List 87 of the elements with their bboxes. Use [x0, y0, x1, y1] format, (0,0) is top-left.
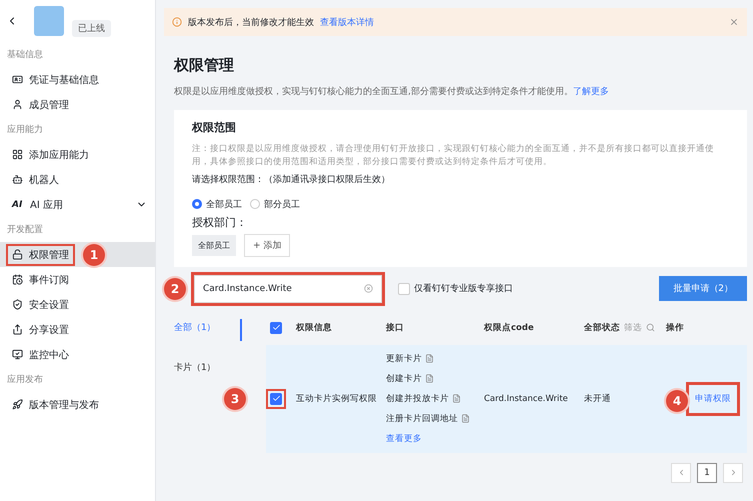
- item-label: 凭证与基础信息: [29, 74, 99, 86]
- check-icon: [272, 323, 280, 332]
- shield-icon: [12, 299, 23, 310]
- radio-option[interactable]: 全部员工: [192, 198, 242, 210]
- card-title: 权限范围: [192, 120, 237, 135]
- sidebar-item[interactable]: 添加应用能力: [0, 142, 155, 167]
- item-label: 成员管理: [29, 98, 69, 112]
- monitor-icon: [12, 349, 23, 360]
- sidebar-item[interactable]: 版本管理与发布: [0, 392, 155, 417]
- info-icon: [172, 17, 182, 27]
- row-checkbox[interactable]: [270, 392, 282, 404]
- status-text: 未开通: [584, 392, 612, 404]
- more-link[interactable]: 查看更多: [386, 432, 484, 444]
- page-description: 权限是以应用维度做授权，实现与钉钉核心能力的全面互通,部分需要付费或达到特定条件才能使用。了解更多: [174, 86, 610, 98]
- column-header: 全部状态: [584, 322, 620, 334]
- category-tab[interactable]: 全部（1）: [164, 318, 242, 340]
- api-name: 更新卡片: [386, 352, 422, 364]
- item-label: 机器人: [29, 174, 59, 186]
- column-header: 权限信息: [296, 322, 333, 334]
- batch-apply-button[interactable]: 批量申请（2）: [659, 276, 747, 301]
- item-label: AI 应用: [30, 198, 63, 212]
- close-icon[interactable]: [729, 17, 739, 27]
- add-button[interactable]: + 添加: [244, 234, 290, 256]
- scope-prompt: 请选择权限范围：（添加通讯录接口权限后生效）: [192, 174, 391, 186]
- lock-icon: [12, 249, 23, 260]
- permission-code: Card.Instance.Write: [484, 394, 569, 404]
- column-header: 操作: [666, 322, 685, 334]
- radio-option[interactable]: 部分员工: [250, 198, 300, 210]
- page-title: 权限管理: [174, 56, 235, 75]
- step-badge: 4: [666, 390, 688, 412]
- search-icon[interactable]: [646, 323, 655, 332]
- section-label: 开发配置: [6, 224, 44, 237]
- sidebar-item[interactable]: 机器人: [0, 167, 155, 192]
- item-label: 版本管理与发布: [29, 398, 99, 412]
- item-label: 添加应用能力: [29, 148, 89, 162]
- item-label: 权限管理: [29, 248, 69, 262]
- notice-text: 版本发布后，当前修改才能生效: [188, 16, 314, 28]
- document-icon[interactable]: [425, 374, 434, 383]
- sidebar-item[interactable]: 安全设置: [0, 292, 155, 317]
- sidebar-item[interactable]: AI AI 应用: [0, 192, 155, 217]
- column-header: 接口: [386, 322, 405, 334]
- scope-note: 注：接口权限是以应用维度做授权，请合理使用钉钉开放接口，实现跟钉钉核心能力的全面互通，并不是所有接口都可以直接开通使用，具体参照接口的使用范围和适用类型，部分接口需要付费或达到特定条件后才可使用。: [192, 143, 715, 168]
- step-badge: 3: [224, 388, 246, 410]
- ai-icon: AI: [12, 200, 24, 210]
- user-icon: [12, 99, 23, 110]
- dept-label: 授权部门：: [192, 214, 248, 230]
- id-card-icon: [12, 74, 23, 85]
- sidebar-item[interactable]: 成员管理: [0, 92, 155, 117]
- step-badge: 1: [83, 244, 105, 266]
- grid-icon: [12, 149, 23, 160]
- clear-icon[interactable]: [364, 284, 373, 293]
- app-avatar: [34, 6, 64, 36]
- item-label: 监控中心: [29, 348, 69, 362]
- sidebar-item[interactable]: 分享设置: [0, 317, 155, 342]
- section-label: 应用能力: [6, 124, 44, 137]
- status-tag: 已上线: [72, 20, 111, 36]
- category-tab[interactable]: 卡片（1）: [164, 358, 242, 380]
- sidebar-item[interactable]: 权限管理 1: [0, 242, 155, 267]
- calendar-icon: [12, 274, 23, 285]
- select-all-checkbox[interactable]: [270, 322, 282, 334]
- api-name: 创建卡片: [386, 372, 422, 384]
- sidebar-item[interactable]: 事件订阅: [0, 267, 155, 292]
- section-label: 应用发布: [6, 374, 44, 387]
- permission-name: 互动卡片实例写权限: [296, 392, 378, 404]
- rocket-icon: [12, 399, 23, 410]
- api-name: 创建并投放卡片: [386, 392, 449, 404]
- apply-link[interactable]: 申请权限: [689, 384, 737, 412]
- document-icon[interactable]: [461, 414, 470, 423]
- sidebar-item[interactable]: 凭证与基础信息: [0, 67, 155, 92]
- share-icon: [12, 324, 23, 335]
- api-name: 注册卡片回调地址: [386, 412, 458, 424]
- dept-tag: 全部员工: [192, 234, 236, 256]
- column-header: 权限点code: [484, 322, 535, 334]
- item-label: 安全设置: [29, 298, 69, 312]
- section-label: 基础信息: [6, 48, 44, 62]
- page-button[interactable]: 1: [697, 462, 717, 482]
- item-label: 分享设置: [29, 324, 69, 336]
- learn-more-link[interactable]: 了解更多: [572, 87, 609, 97]
- version-link[interactable]: 查看版本详情: [320, 16, 374, 28]
- pro-only-checkbox[interactable]: 仅看钉钉专业版专享接口: [398, 282, 513, 295]
- document-icon[interactable]: [452, 394, 461, 403]
- document-icon[interactable]: [425, 354, 434, 363]
- sidebar-item[interactable]: 监控中心: [0, 342, 155, 367]
- item-label: 事件订阅: [29, 274, 69, 286]
- check-icon: [272, 394, 280, 403]
- robot-icon: [12, 174, 23, 185]
- step-badge: 2: [164, 278, 186, 300]
